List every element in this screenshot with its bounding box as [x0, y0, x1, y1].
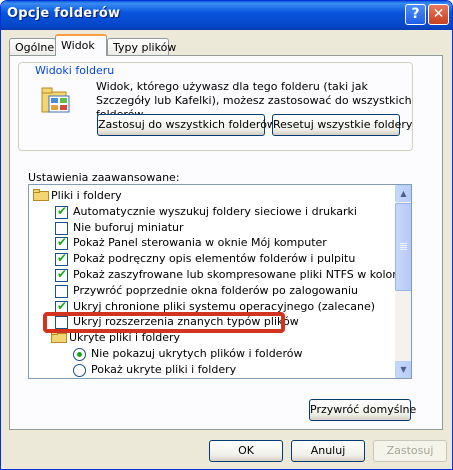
red-highlight-annotation [43, 312, 285, 333]
settings-option-label: Pokaż Panel sterowania w oknie Mój kompu… [73, 236, 327, 250]
settings-option-label: Pliki i foldery [51, 189, 122, 202]
check-icon: ✔ [57, 203, 68, 218]
check-icon: ✔ [57, 267, 68, 281]
tab-view[interactable]: Widok [55, 34, 107, 56]
settings-option-label: Automatycznie wyszukuj foldery sieciowe … [73, 204, 357, 218]
vertical-scrollbar[interactable]: ▲ ▼ [395, 185, 411, 378]
settings-option-label: Przywróć poprzednie okna folderów po zal… [73, 283, 359, 297]
checkbox-unchecked[interactable] [55, 221, 68, 235]
help-button[interactable]: ? [405, 4, 426, 25]
window-title: Opcje folderów [7, 6, 121, 21]
restore-defaults-button[interactable]: Przywróć domyślne [309, 399, 416, 421]
apply-to-all-folders-button[interactable]: Zastosuj do wszystkich folderów [97, 114, 276, 136]
folder-views-legend: Widoki folderu [32, 64, 118, 77]
checkbox-checked[interactable]: ✔ [55, 203, 68, 219]
check-icon: ✔ [57, 235, 68, 250]
scroll-up-icon[interactable]: ▲ [395, 185, 411, 202]
settings-option-label: Nie pokazuj ukrytych plików i folderów [91, 347, 303, 360]
radio-dot-icon [77, 352, 82, 357]
checkbox-unchecked[interactable] [55, 284, 68, 298]
ok-button[interactable]: OK [209, 440, 283, 462]
settings-option-label: Nie buforuj miniatur [73, 220, 184, 234]
checkbox-checked[interactable]: ✔ [55, 267, 68, 282]
checkbox-checked[interactable]: ✔ [55, 251, 68, 267]
radio-selected[interactable] [73, 348, 86, 361]
check-icon: ✔ [57, 251, 68, 266]
settings-option-label: Pokaż podręczny opis elementów folderów … [73, 252, 356, 266]
cancel-button[interactable]: Anuluj [291, 440, 365, 462]
radio-unselected[interactable] [73, 363, 86, 377]
settings-option-label: Pokaż ukryte pliki i foldery [91, 362, 237, 376]
folder-icon [33, 189, 49, 201]
reset-all-folders-button[interactable]: Resetuj wszystkie foldery [272, 114, 412, 136]
checkbox-checked[interactable]: ✔ [55, 235, 68, 251]
advanced-settings-label: Ustawienia zaawansowane: [28, 171, 180, 184]
folder-views-icon [41, 87, 70, 113]
apply-button[interactable]: Zastosuj [373, 440, 447, 462]
close-button[interactable]: ✕ [428, 4, 449, 25]
advanced-settings-list[interactable]: Pliki i foldery ✔ Automatycznie wyszukuj f… [28, 184, 412, 379]
title-bar[interactable]: Opcje folderów ? ✕ [1, 1, 452, 30]
tab-file-types[interactable]: Typy plików [107, 38, 176, 55]
settings-option-label: Pokaż zaszyfrowane lub skompresowane pli… [73, 268, 410, 281]
scroll-down-icon[interactable]: ▼ [395, 361, 411, 378]
scroll-thumb[interactable] [395, 203, 411, 291]
tab-general[interactable]: Ogólne [9, 38, 56, 55]
